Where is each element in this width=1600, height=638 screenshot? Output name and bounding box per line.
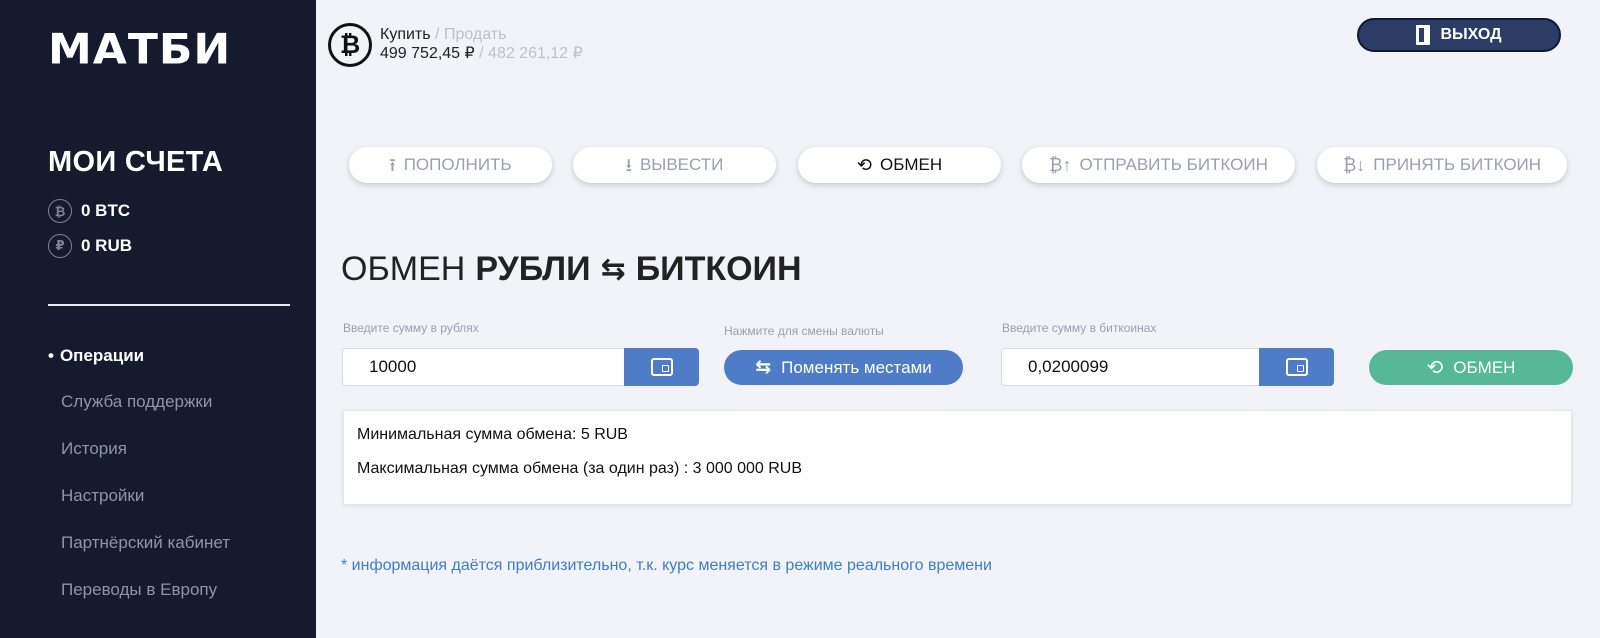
sell-label: / Продать <box>435 26 507 43</box>
btc-wallet-button[interactable] <box>1259 348 1334 386</box>
rate-labels: Купить / Продать <box>380 26 506 44</box>
sidebar-item-settings[interactable]: Настройки <box>61 486 144 506</box>
rate-values: 499 752,45 ₽ / 482 261,12 ₽ <box>380 43 583 63</box>
sidebar-item-europe-transfers[interactable]: Переводы в Европу <box>61 580 217 600</box>
accounts-title: МОИ СЧЕТА <box>48 146 224 178</box>
logout-label: ВЫХОД <box>1440 26 1502 43</box>
logout-button[interactable]: ВЫХОД <box>1357 18 1561 52</box>
tab-receive-bitcoin[interactable]: ₿↓ ПРИНЯТЬ БИТКОИН <box>1317 147 1567 183</box>
tab-send-bitcoin[interactable]: ₿↑ ОТПРАВИТЬ БИТКОИН <box>1022 147 1295 183</box>
door-icon <box>1416 25 1431 45</box>
page-title-to: БИТКОИН <box>635 250 802 288</box>
sell-price: / 482 261,12 ₽ <box>479 45 583 62</box>
rub-amount-group <box>342 348 699 386</box>
rub-amount-label: Введите сумму в рублях <box>343 321 479 335</box>
sidebar-item-support[interactable]: Служба поддержки <box>61 392 212 412</box>
swap-arrows-icon: ⇆ <box>755 357 772 378</box>
min-exchange-amount: Минимальная сумма обмена: 5 RUB <box>357 426 628 443</box>
wallet-icon <box>650 358 673 376</box>
rub-amount-input[interactable] <box>342 348 624 386</box>
page-title-light: ОБМЕН <box>341 250 466 288</box>
sidebar: МАТБИ МОИ СЧЕТА ₿ 0 BTC ₽ 0 RUB Операции… <box>0 0 316 638</box>
swap-arrows-icon: ⇆ <box>600 253 626 286</box>
sidebar-divider <box>48 304 290 306</box>
ruble-coin-icon: ₽ <box>48 234 72 258</box>
bitcoin-receive-icon: ₿↓ <box>1342 155 1366 175</box>
swap-currencies-button[interactable]: ⇆ Поменять местами <box>724 350 963 385</box>
max-exchange-amount: Максимальная сумма обмена (за один раз) … <box>357 460 803 477</box>
sidebar-item-partner-cabinet[interactable]: Партнёрский кабинет <box>61 533 230 553</box>
bitcoin-coin-icon: ₿ <box>48 199 72 223</box>
download-icon: ⭳ <box>625 155 632 175</box>
account-btc-balance: 0 BTC <box>81 201 131 220</box>
btc-amount-label: Введите сумму в биткоинах <box>1002 321 1157 335</box>
tab-exchange-label: ОБМЕН <box>879 155 943 174</box>
exchange-limits-box: Минимальная сумма обмена: 5 RUB Максимал… <box>343 410 1572 505</box>
page-title-from: РУБЛИ <box>475 250 591 288</box>
account-btc: ₿ 0 BTC <box>48 199 130 223</box>
exchange-icon: ⟲ <box>856 155 872 175</box>
bitcoin-symbol: ₿ <box>339 30 361 59</box>
tab-deposit-label: ПОПОЛНИТЬ <box>403 155 512 174</box>
account-rub-balance: 0 RUB <box>81 236 133 255</box>
rub-wallet-button[interactable] <box>624 348 699 386</box>
tab-withdraw[interactable]: ⭳ ВЫВЕСТИ <box>573 147 776 183</box>
tab-send-bitcoin-label: ОТПРАВИТЬ БИТКОИН <box>1079 155 1268 174</box>
exchange-button[interactable]: ⟲ ОБМЕН <box>1369 350 1573 385</box>
buy-price: 499 752,45 ₽ <box>380 45 475 62</box>
matbi-logo[interactable]: МАТБИ <box>48 25 231 73</box>
exchange-button-label: ОБМЕН <box>1453 357 1516 377</box>
tab-receive-bitcoin-label: ПРИНЯТЬ БИТКОИН <box>1373 155 1542 174</box>
bitcoin-send-icon: ₿↑ <box>1049 155 1072 175</box>
btc-amount-input[interactable] <box>1001 348 1259 386</box>
tab-deposit[interactable]: ⭱ ПОПОЛНИТЬ <box>349 147 552 183</box>
sidebar-item-history[interactable]: История <box>61 439 127 459</box>
upload-icon: ⭱ <box>389 155 396 175</box>
rate-disclaimer: * информация даётся приблизительно, т.к.… <box>341 557 992 574</box>
account-rub: ₽ 0 RUB <box>48 234 132 258</box>
page-title: ОБМЕН РУБЛИ ⇆ БИТКОИН <box>341 250 802 289</box>
btc-amount-group <box>1001 348 1334 386</box>
tab-withdraw-label: ВЫВЕСТИ <box>639 155 724 174</box>
sidebar-item-operations[interactable]: Операции <box>48 346 144 366</box>
tab-exchange[interactable]: ⟲ ОБМЕН <box>798 147 1001 183</box>
exchange-icon: ⟲ <box>1426 357 1444 379</box>
buy-label: Купить <box>380 26 431 43</box>
swap-button-label: Поменять местами <box>781 357 932 377</box>
bitcoin-icon: ₿ <box>328 23 372 67</box>
wallet-icon <box>1285 358 1308 376</box>
swap-hint: Нажмите для смены валюты <box>724 324 884 338</box>
